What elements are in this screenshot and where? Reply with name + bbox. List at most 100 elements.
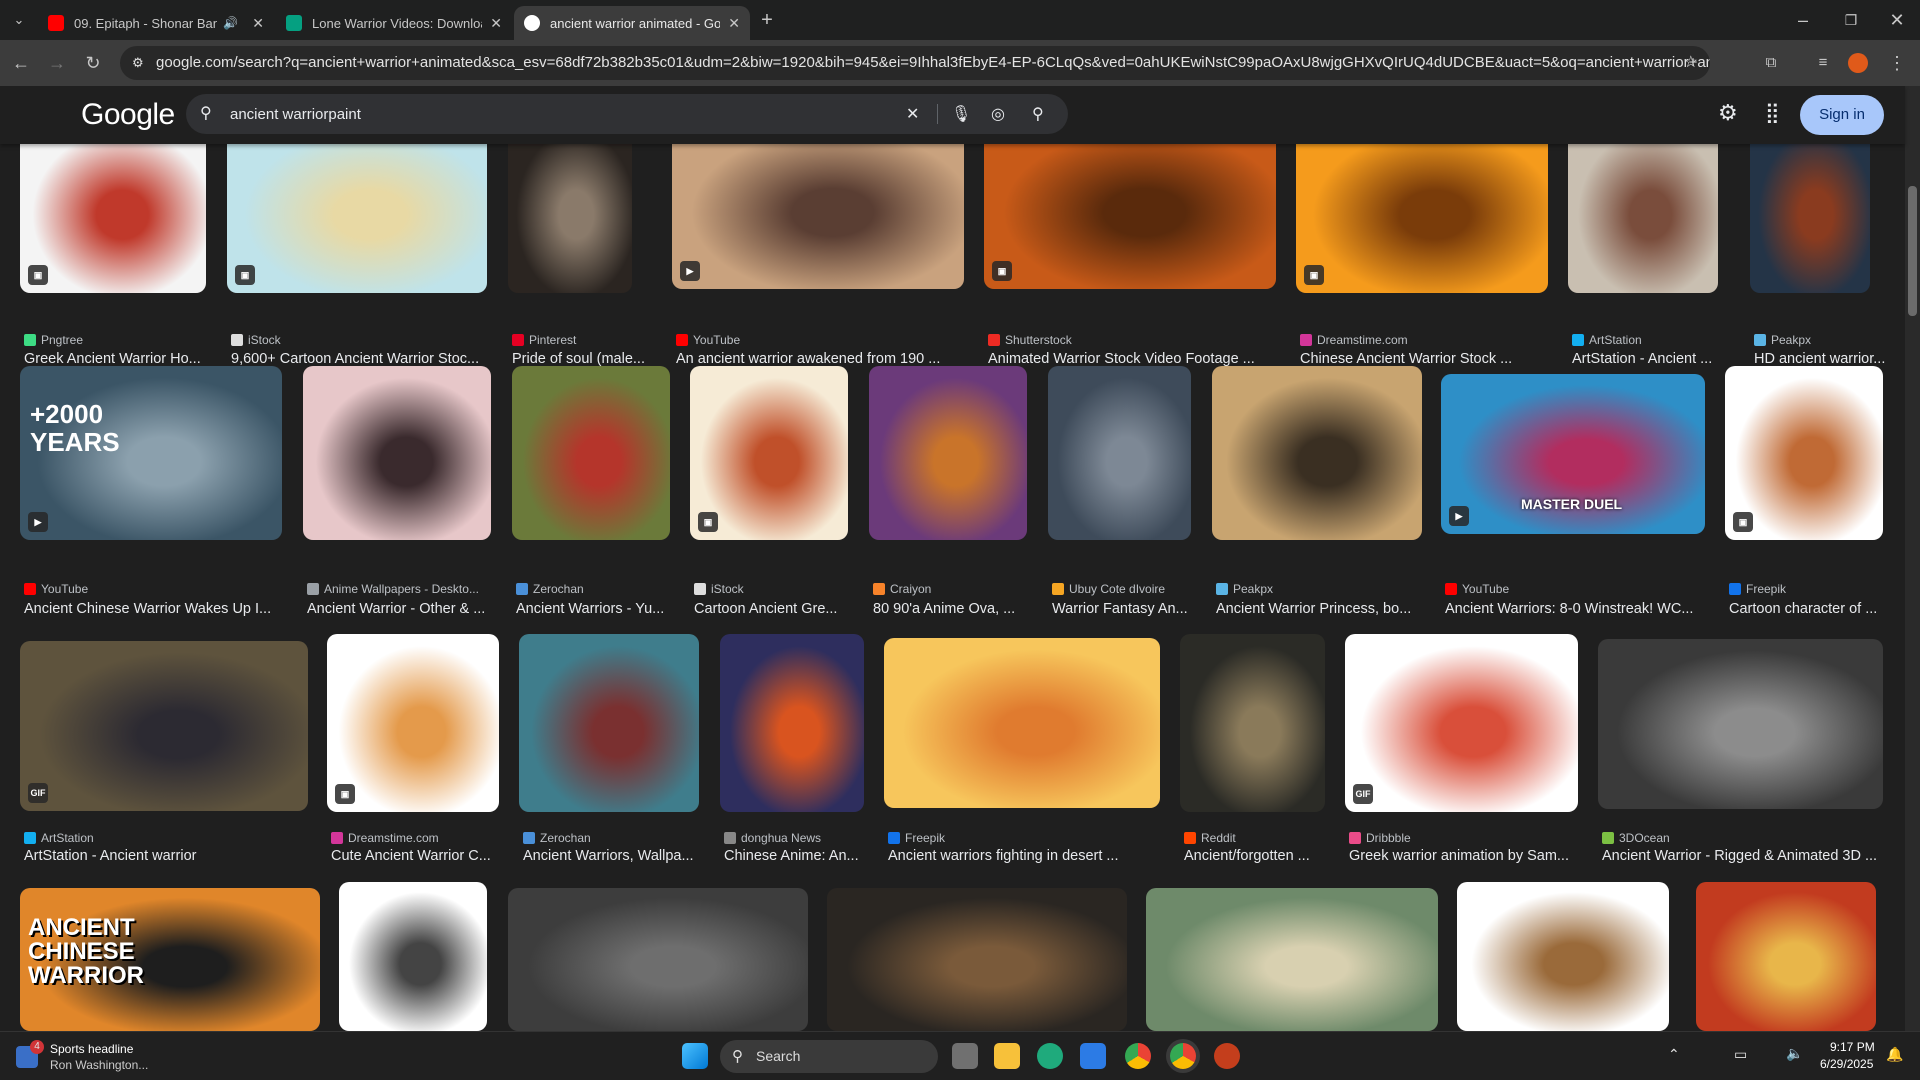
tab-google-search[interactable]: ancient warrior animated - Goo ✕ [514,6,750,40]
result-thumbnail[interactable] [827,888,1127,1031]
new-tab-button[interactable]: + [754,7,780,33]
result-source[interactable]: Dreamstime.com [1300,333,1408,347]
clock-time[interactable]: 9:17 PM [1830,1040,1875,1054]
result-title[interactable]: Ancient Warrior - Rigged & Animated 3D .… [1602,848,1881,864]
chrome-active-icon[interactable] [1170,1043,1196,1069]
result-thumbnail[interactable] [339,882,487,1031]
image-result-card[interactable]: ▣ Dreamstime.com Cute Ancient Warrior C... [327,634,499,864]
image-result-card[interactable]: ▶Level 100000Level 1000000000 YouTube An a… [672,119,964,367]
taskbar-search-box[interactable]: ⚲ Search [720,1040,938,1073]
result-thumbnail[interactable] [884,638,1160,808]
image-result-card[interactable] [1696,882,1876,1031]
sign-in-button[interactable]: Sign in [1800,95,1884,135]
result-source[interactable]: YouTube [24,582,88,596]
tab-epitaph[interactable]: 09. Epitaph - Shonar Bangla 🔊 ✕ [38,6,274,40]
image-result-card[interactable]: GIF ArtStation ArtStation - Ancient warrio… [20,641,308,864]
image-result-card[interactable]: ▶ +2000 YEARS YouTube Ancient Chinese Warri… [20,366,282,617]
result-title[interactable]: ArtStation - Ancient ... [1572,351,1716,367]
result-thumbnail[interactable] [1457,882,1669,1031]
image-result-card[interactable]: ▣ iStock Cartoon Ancient Gre... [690,366,848,617]
result-thumbnail[interactable]: ▣ [227,119,487,293]
image-result-card[interactable]: ▣ Dreamstime.com Chinese Ancient Warrior S… [1296,119,1548,367]
image-result-card[interactable]: Peakpx HD ancient warrior... [1750,119,1885,367]
result-title[interactable]: Ancient Warrior - Other & ... [307,601,489,617]
result-source[interactable]: Freepik [888,831,945,845]
result-thumbnail[interactable] [508,119,632,293]
result-title[interactable]: Chinese Ancient Warrior Stock ... [1300,351,1546,367]
image-result-card[interactable]: Anime Wallpapers - Deskto... Ancient Warr… [303,366,491,617]
image-result-card[interactable] [1457,882,1669,1031]
result-thumbnail[interactable] [1598,639,1883,809]
result-title[interactable]: Animated Warrior Stock Video Footage ... [988,351,1274,367]
image-result-card[interactable]: Freepik Ancient warriors fighting in dese… [884,638,1160,864]
image-result-card[interactable]: Zerochan Ancient Warriors - Yu... [512,366,670,617]
window-close-icon[interactable]: ✕ [1884,7,1910,33]
image-result-card[interactable]: GIF Dribbble Greek warrior animation by Sa… [1345,634,1578,864]
result-source[interactable]: donghua News [724,831,821,845]
result-source[interactable]: Peakpx [1754,333,1811,347]
result-title[interactable]: Ancient Warriors - Yu... [516,601,668,617]
result-thumbnail[interactable] [1750,119,1870,293]
result-thumbnail[interactable] [720,634,864,812]
result-source[interactable]: ArtStation [1572,333,1642,347]
search-box[interactable]: ⚲ ancient warriorpaint ✕ 🎙 ◎ ⚲ [186,94,1068,134]
result-source[interactable]: iStock [231,333,281,347]
image-result-card[interactable]: ▶ MASTER DUEL YouTube Ancient Warriors: 8-0… [1441,374,1705,617]
result-thumbnail[interactable]: ▣ [327,634,499,812]
image-result-card[interactable]: ▣ Pngtree Greek Ancient Warrior Ho... [20,119,206,367]
image-result-card[interactable]: 3DOcean Ancient Warrior - Rigged & Animat… [1598,639,1883,864]
close-tab-icon[interactable]: ✕ [490,15,502,32]
result-thumbnail[interactable] [1146,888,1438,1031]
image-result-card[interactable] [508,888,808,1031]
result-source[interactable]: Peakpx [1216,582,1273,596]
result-thumbnail[interactable] [1212,366,1422,540]
result-source[interactable]: Zerochan [523,831,591,845]
network-icon[interactable]: ▭ [1734,1046,1747,1063]
image-result-card[interactable]: ANCIENT CHINESE WARRIOR [20,888,320,1031]
result-title[interactable]: Cartoon character of ... [1729,601,1881,617]
image-result-card[interactable]: ▣ Shutterstock Animated Warrior Stock Vide… [984,119,1276,367]
result-title[interactable]: Ancient Warrior Princess, bo... [1216,601,1420,617]
google-logo[interactable]: Google [81,98,175,132]
result-thumbnail[interactable]: ▣ [20,119,206,293]
restore-icon[interactable]: ❐ [1838,7,1864,33]
result-source[interactable]: Dreamstime.com [331,831,439,845]
task-view-icon[interactable] [952,1043,978,1069]
result-thumbnail[interactable] [1696,882,1876,1031]
image-result-card[interactable] [1146,888,1438,1031]
store-icon[interactable] [1080,1043,1106,1069]
scrollbar-thumb[interactable] [1908,186,1917,316]
notification-bell-icon[interactable]: 🔔 [1886,1046,1903,1063]
result-title[interactable]: Ancient Chinese Warrior Wakes Up I... [24,601,280,617]
result-title[interactable]: Ancient warriors fighting in desert ... [888,848,1158,864]
image-result-card[interactable]: Pinterest Pride of soul (male... [508,119,645,367]
start-windows-icon[interactable] [682,1043,708,1069]
result-title[interactable]: Ancient/forgotten ... [1184,848,1328,864]
result-thumbnail[interactable] [869,366,1027,540]
result-thumbnail[interactable] [1568,119,1718,293]
reload-icon[interactable]: ↻ [80,50,106,76]
back-icon[interactable]: ← [8,50,34,76]
result-thumbnail[interactable]: ▣ [1296,119,1548,293]
result-title[interactable]: HD ancient warrior... [1754,351,1898,367]
result-thumbnail[interactable]: GIF [20,641,308,811]
result-source[interactable]: Craiyon [873,582,931,596]
profile-avatar[interactable] [1848,53,1868,73]
image-result-card[interactable]: Peakpx Ancient Warrior Princess, bo... [1212,366,1422,617]
file-explorer-icon[interactable] [994,1043,1020,1069]
microphone-icon[interactable]: 🎙 [951,104,971,124]
result-source[interactable]: Pngtree [24,333,83,347]
address-bar[interactable]: ⚙ google.com/search?q=ancient+warrior+an… [120,46,1710,80]
result-source[interactable]: YouTube [1445,582,1509,596]
result-thumbnail[interactable]: ▣ [1725,366,1883,540]
result-source[interactable]: 3DOcean [1602,831,1670,845]
image-result-card[interactable]: ▣ Freepik Cartoon character of ... [1725,366,1883,617]
result-source[interactable]: Reddit [1184,831,1236,845]
tab-lone-warrior[interactable]: Lone Warrior Videos: Download ✕ [276,6,512,40]
result-source[interactable]: Anime Wallpapers - Deskto... [307,582,479,596]
powerpoint-icon[interactable] [1214,1043,1240,1069]
result-title[interactable]: 80 90'a Anime Ova, ... [873,601,1025,617]
image-result-card[interactable] [339,882,487,1031]
image-result-card[interactable]: ArtStation ArtStation - Ancient ... [1568,119,1718,367]
site-info-icon[interactable]: ⚙ [132,46,144,80]
